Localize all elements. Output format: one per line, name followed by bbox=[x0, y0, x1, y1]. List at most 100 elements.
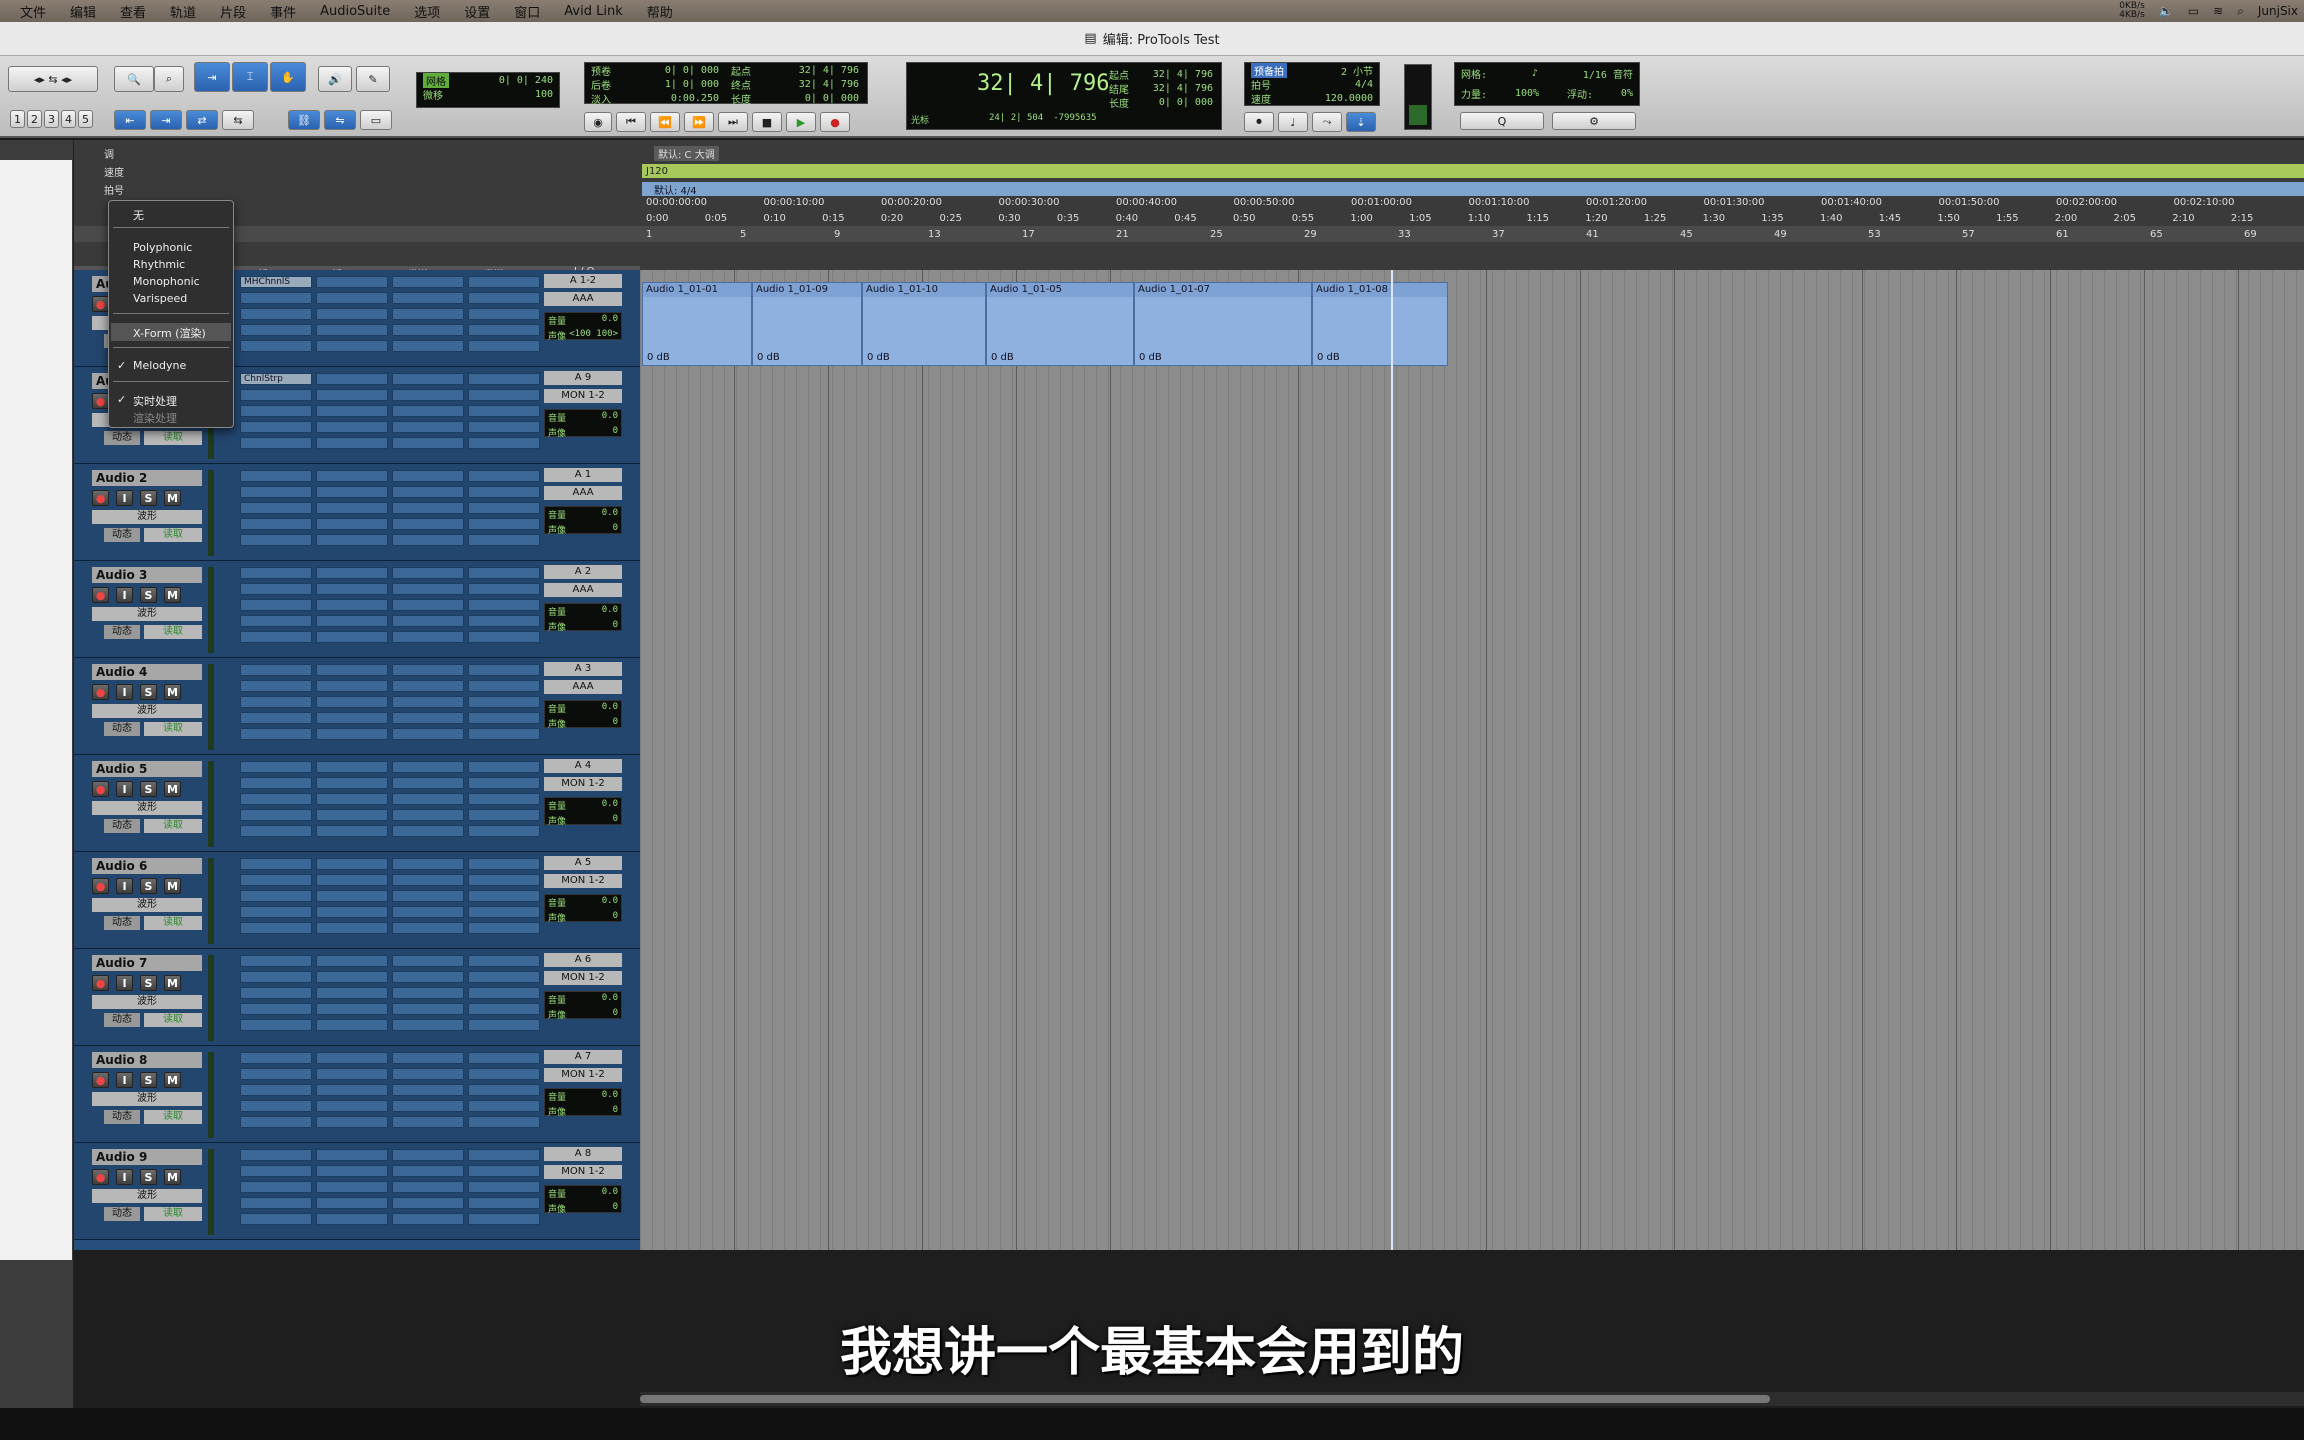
search-icon[interactable]: ⌕ bbox=[2237, 4, 2244, 19]
mute-button[interactable]: M bbox=[164, 1072, 181, 1088]
scrollbar-thumb[interactable] bbox=[640, 1395, 1770, 1403]
send-slot[interactable] bbox=[392, 534, 464, 546]
insert-slot-fj[interactable] bbox=[316, 1003, 388, 1015]
send-slot-fj[interactable] bbox=[468, 858, 540, 870]
send-slot-fj[interactable] bbox=[468, 664, 540, 676]
track-name[interactable]: Audio 9 bbox=[92, 1149, 202, 1165]
volume-pan-display[interactable]: 音量 0.0 声像 <100 100> bbox=[544, 312, 622, 342]
menu-file[interactable]: 文件 bbox=[8, 2, 58, 21]
input-monitor-button[interactable]: I bbox=[116, 1169, 133, 1185]
insert-slot-fj[interactable] bbox=[316, 1213, 388, 1225]
audio-clip[interactable]: Audio 1_01-09 0 dB bbox=[752, 282, 862, 366]
insert-slot-fj[interactable] bbox=[316, 793, 388, 805]
insert-slot[interactable] bbox=[240, 664, 312, 676]
insert-slot-fj[interactable] bbox=[316, 583, 388, 595]
input-monitor-button[interactable]: I bbox=[116, 490, 133, 506]
send-slot-fj[interactable] bbox=[468, 470, 540, 482]
user-name[interactable]: JunjSix bbox=[2258, 4, 2298, 18]
send-slot-fj[interactable] bbox=[468, 340, 540, 352]
send-slot[interactable] bbox=[392, 486, 464, 498]
insert-slot[interactable] bbox=[240, 599, 312, 611]
zoomer-icon[interactable]: ⌕ bbox=[154, 66, 184, 92]
insert-slot[interactable] bbox=[240, 421, 312, 433]
clip-list-area[interactable] bbox=[0, 160, 72, 1260]
insert-slot[interactable] bbox=[240, 292, 312, 304]
send-slot-fj[interactable] bbox=[468, 534, 540, 546]
menu-view[interactable]: 查看 bbox=[108, 2, 158, 21]
send-slot[interactable] bbox=[392, 276, 464, 288]
volume-pan-display[interactable]: 音量 0.0 声像 0 bbox=[544, 1088, 622, 1118]
insert-slot-fj[interactable] bbox=[316, 1084, 388, 1096]
input-monitor-button[interactable]: I bbox=[116, 781, 133, 797]
insert-slot-fj[interactable] bbox=[316, 874, 388, 886]
insert-slot[interactable] bbox=[240, 987, 312, 999]
send-slot[interactable] bbox=[392, 1052, 464, 1064]
send-slot[interactable] bbox=[392, 874, 464, 886]
insert-slot[interactable] bbox=[240, 1165, 312, 1177]
send-slot[interactable] bbox=[392, 1165, 464, 1177]
input-monitor-button[interactable]: I bbox=[116, 587, 133, 603]
send-slot-fj[interactable] bbox=[468, 615, 540, 627]
send-slot-fj[interactable] bbox=[468, 1003, 540, 1015]
edit-option-button-1[interactable]: ⇤ bbox=[114, 110, 146, 130]
insert-plugin[interactable]: ChnlStrp bbox=[240, 373, 312, 385]
edit-option-button-2[interactable]: ⇥ bbox=[150, 110, 182, 130]
insert-slot[interactable] bbox=[240, 761, 312, 773]
menu-edit[interactable]: 编辑 bbox=[58, 2, 108, 21]
volume-pan-display[interactable]: 音量 0.0 声像 0 bbox=[544, 409, 622, 439]
input-select[interactable]: A 1 bbox=[544, 468, 622, 482]
zoom-tool-button[interactable]: 🔍 bbox=[114, 66, 154, 92]
send-slot[interactable] bbox=[392, 906, 464, 918]
track-name[interactable]: Audio 3 bbox=[92, 567, 202, 583]
send-slot[interactable] bbox=[392, 1003, 464, 1015]
insert-slot[interactable] bbox=[240, 1052, 312, 1064]
insert-slot[interactable] bbox=[240, 1084, 312, 1096]
wait-for-note-button[interactable]: ⏺ bbox=[1244, 112, 1274, 132]
send-slot[interactable] bbox=[392, 890, 464, 902]
insert-slot[interactable] bbox=[240, 1197, 312, 1209]
countoff-button[interactable]: ⤳ bbox=[1312, 112, 1342, 132]
send-slot[interactable] bbox=[392, 680, 464, 692]
solo-button[interactable]: S bbox=[140, 1072, 157, 1088]
link-timeline-button[interactable]: ⇋ bbox=[324, 110, 356, 130]
menu-setup[interactable]: 设置 bbox=[452, 2, 502, 21]
pencil-tool-button[interactable]: ✎ bbox=[356, 66, 390, 92]
send-slot-fj[interactable] bbox=[468, 1213, 540, 1225]
automation-mode-select[interactable]: 读取 bbox=[144, 1207, 202, 1221]
send-slot-fj[interactable] bbox=[468, 712, 540, 724]
battery-icon[interactable]: ▭ bbox=[2188, 4, 2199, 18]
send-slot[interactable] bbox=[392, 292, 464, 304]
record-arm-button[interactable]: ● bbox=[92, 878, 109, 894]
zoom-preset-4[interactable]: 4 bbox=[61, 110, 76, 128]
menu-track[interactable]: 轨道 bbox=[158, 2, 208, 21]
mute-button[interactable]: M bbox=[164, 684, 181, 700]
automation-mode-select[interactable]: 读取 bbox=[144, 722, 202, 736]
bars-ruler[interactable]: 1 5 9 13 17 21 25 29 33 37 41 45 49 53 57 61 65 69 bbox=[74, 226, 2304, 242]
insert-slot-fj[interactable] bbox=[316, 389, 388, 401]
send-slot-fj[interactable] bbox=[468, 567, 540, 579]
insert-slot[interactable] bbox=[240, 809, 312, 821]
track-name[interactable]: Audio 6 bbox=[92, 858, 202, 874]
send-slot-fj[interactable] bbox=[468, 761, 540, 773]
mute-button[interactable]: M bbox=[164, 1169, 181, 1185]
input-select[interactable]: A 9 bbox=[544, 371, 622, 385]
insert-slot[interactable] bbox=[240, 486, 312, 498]
menu-avid-link[interactable]: Avid Link bbox=[552, 4, 634, 19]
send-slot[interactable] bbox=[392, 858, 464, 870]
input-select[interactable]: A 3 bbox=[544, 662, 622, 676]
send-slot-fj[interactable] bbox=[468, 890, 540, 902]
insert-slot-fj[interactable] bbox=[316, 696, 388, 708]
audio-clip[interactable]: Audio 1_01-08 0 dB bbox=[1312, 282, 1448, 366]
volume-pan-display[interactable]: 音量 0.0 声像 0 bbox=[544, 991, 622, 1021]
send-slot[interactable] bbox=[392, 1181, 464, 1193]
send-slot-fj[interactable] bbox=[468, 777, 540, 789]
insert-slot-fj[interactable] bbox=[316, 1149, 388, 1161]
insert-slot[interactable] bbox=[240, 1100, 312, 1112]
send-slot-fj[interactable] bbox=[468, 405, 540, 417]
automation-mode-select[interactable]: 读取 bbox=[144, 528, 202, 542]
edit-option-button-4[interactable]: ⇆ bbox=[222, 110, 254, 130]
insert-slot[interactable] bbox=[240, 324, 312, 336]
send-slot-fj[interactable] bbox=[468, 680, 540, 692]
solo-button[interactable]: S bbox=[140, 1169, 157, 1185]
send-slot[interactable] bbox=[392, 664, 464, 676]
